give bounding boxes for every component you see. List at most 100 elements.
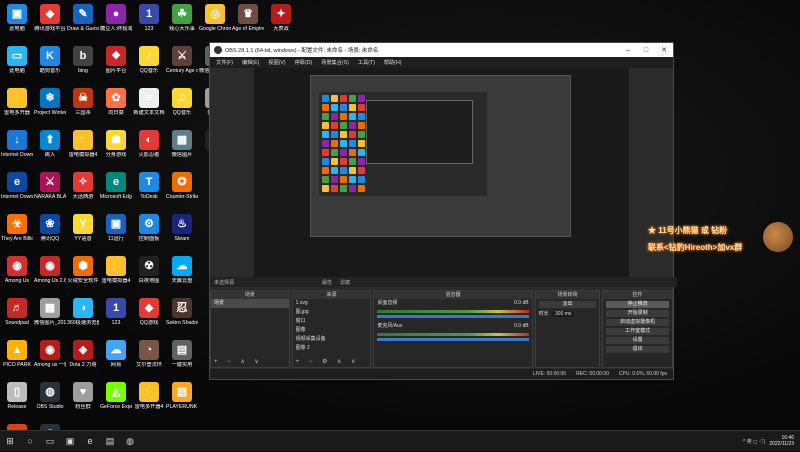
- desktop-icon[interactable]: ✦ 大表政: [265, 4, 297, 32]
- menu-item[interactable]: 停靠(D): [295, 59, 313, 66]
- desktop-icon[interactable]: ◎ Google Chrome: [199, 4, 231, 32]
- menu-item[interactable]: 文件(F): [216, 59, 233, 66]
- taskbar-app-icon[interactable]: ◍: [120, 431, 140, 451]
- task-view-icon[interactable]: ▭: [40, 431, 60, 451]
- desktop-icon[interactable]: ♫ QQ音乐: [166, 88, 198, 116]
- mixer-slider-desktop[interactable]: [377, 315, 529, 318]
- scene-controls[interactable]: + − ∧ ∨: [214, 358, 263, 365]
- desktop-icon[interactable]: e Internet Downlo: [1, 172, 33, 200]
- transition-select[interactable]: 淡出: [538, 301, 597, 308]
- desktop-icon[interactable]: ● 糖豆人:终极淘汰赛: [100, 4, 132, 32]
- menu-item[interactable]: 场景集合(S): [321, 59, 349, 66]
- desktop-icon[interactable]: b bing: [67, 46, 99, 74]
- menu-item[interactable]: 视图(V): [268, 59, 285, 66]
- menu-item[interactable]: 编辑(E): [242, 59, 259, 66]
- mixer-slider-mic[interactable]: [377, 338, 529, 341]
- control-button[interactable]: 退出: [606, 346, 670, 353]
- desktop-icon[interactable]: ⚔ Century Age of Ashes: [166, 46, 198, 74]
- control-button[interactable]: 开始录制: [606, 310, 670, 317]
- source-item[interactable]: 视频采集设备: [293, 335, 371, 344]
- desktop-icon[interactable]: ▭ 此电脑: [1, 46, 33, 74]
- desktop-icon[interactable]: ◭ GeForce Experience: [100, 382, 132, 410]
- start-button[interactable]: ⊞: [0, 431, 20, 451]
- control-button[interactable]: 设置: [606, 337, 670, 344]
- desktop-icon[interactable]: ↓ Internet Download: [1, 130, 33, 158]
- desktop-icon[interactable]: ☠ 三国杀: [67, 88, 99, 116]
- taskbar-app-icon[interactable]: ▣: [60, 431, 80, 451]
- desktop-icon[interactable]: ♨ Steam: [166, 214, 198, 242]
- minimize-button[interactable]: –: [619, 47, 637, 54]
- desktop-icon[interactable]: 1 123: [133, 4, 165, 32]
- desktop-icon[interactable]: 忍 Sekiro Shadows: [166, 298, 198, 326]
- desktop-icon[interactable]: Y YY语音: [67, 214, 99, 242]
- desktop-icon[interactable]: ≡ 新建文本文档: [133, 88, 165, 116]
- properties-button[interactable]: 属性: [322, 279, 332, 286]
- desktop-icon[interactable]: ☘ 我心大乐事: [166, 4, 198, 32]
- desktop-icon[interactable]: ✿ 向日葵: [100, 88, 132, 116]
- desktop-icon[interactable]: ✧ 大话西游: [67, 172, 99, 200]
- desktop-icon[interactable]: K 酷狗音乐: [34, 46, 66, 74]
- desktop-icon[interactable]: ▣ 此电脑: [1, 4, 33, 32]
- desktop-icon[interactable]: ❄ Project Winter: [34, 88, 66, 116]
- desktop-icon[interactable]: 1 123: [100, 298, 132, 326]
- desktop-icon[interactable]: e Microsoft Edge: [100, 172, 132, 200]
- desktop-icon[interactable]: ♛ Age of Empires IV: [232, 4, 264, 32]
- control-button[interactable]: 停止推流: [606, 301, 670, 308]
- desktop-icon[interactable]: T ToDesk: [133, 172, 165, 200]
- desktop-icon[interactable]: ❀ 腾讯QQ: [34, 214, 66, 242]
- search-icon[interactable]: ○: [20, 431, 40, 451]
- desktop-icon[interactable]: ⚡ 雷电多开器4: [133, 382, 165, 410]
- clock[interactable]: 16:46 2022/11/23: [769, 435, 794, 447]
- desktop-icon[interactable]: ☁ 天翼云盘: [166, 256, 198, 284]
- desktop-icon[interactable]: ◉ Among us 一键汉化: [34, 340, 66, 368]
- desktop-icon[interactable]: ⬢ 火绒安全软件: [67, 256, 99, 284]
- maximize-button[interactable]: □: [637, 47, 655, 54]
- desktop-icon[interactable]: ▦ 微信图片: [166, 130, 198, 158]
- desktop-icon[interactable]: ▯ Release: [1, 382, 33, 410]
- menu-item[interactable]: 工具(T): [358, 59, 375, 66]
- scene-item[interactable]: 场景: [211, 299, 289, 308]
- desktop-icon[interactable]: ◑ 360极速浏览器: [67, 298, 99, 326]
- desktop-icon[interactable]: ◆ 腾讯游戏平台: [34, 4, 66, 32]
- desktop-icon[interactable]: ▣ 11运行: [100, 214, 132, 242]
- desktop-icon[interactable]: ☁ 网易: [100, 340, 132, 368]
- desktop-icon[interactable]: ◔ 艾尔登法环: [133, 340, 165, 368]
- desktop-icon[interactable]: ▲ PICO PARK: [1, 340, 33, 368]
- desktop-icon[interactable]: ⚡ 雷电模拟器4: [67, 130, 99, 158]
- desktop-icon[interactable]: ▤ 一键实用: [166, 340, 198, 368]
- source-controls[interactable]: + − ⚙ ∧ ∨: [296, 358, 360, 365]
- source-item[interactable]: 图.jpg: [293, 308, 371, 317]
- desktop-icon[interactable]: ☣ They Are Billions: [1, 214, 33, 242]
- tray-icons[interactable]: ^ 英 ◻ ◁): [743, 438, 765, 445]
- obs-preview[interactable]: [254, 68, 629, 280]
- desktop-icon[interactable]: ♬ Soundpad: [1, 298, 33, 326]
- source-item[interactable]: 图像: [293, 326, 371, 335]
- desktop-icon[interactable]: ◆ QQ游戏: [133, 298, 165, 326]
- taskbar-app-icon[interactable]: e: [80, 431, 100, 451]
- menu-item[interactable]: 帮助(H): [384, 59, 402, 66]
- desktop-icon[interactable]: ◉ Among Us 2.6.7 TDE: [34, 256, 66, 284]
- source-item[interactable]: 1.svg: [293, 299, 371, 308]
- source-item[interactable]: 图像 2: [293, 344, 371, 353]
- source-item[interactable]: 窗口: [293, 317, 371, 326]
- desktop-icon[interactable]: ⚡ 雷电多开器: [1, 88, 33, 116]
- control-button[interactable]: 工作室模式: [606, 328, 670, 335]
- desktop-icon[interactable]: ◉ Among Us: [1, 256, 33, 284]
- desktop-icon[interactable]: ✪ Counter-Strike: [166, 172, 198, 200]
- desktop-icon[interactable]: ⚔ NARAKA BLADEPOINT: [34, 172, 66, 200]
- close-button[interactable]: ✕: [655, 46, 673, 54]
- obs-window[interactable]: OBS 28.1.1 (64-bit, windows) - 配置文件: 未命名…: [209, 42, 677, 380]
- desktop-icon[interactable]: ◍ OBS Studio: [34, 382, 66, 410]
- desktop-icon[interactable]: ⚡ 雷电模拟器4: [100, 256, 132, 284]
- desktop-icon[interactable]: ☢ 白夜地图: [133, 256, 165, 284]
- desktop-icon[interactable]: ♥ 粉丝群: [67, 382, 99, 410]
- desktop-icon[interactable]: ▦ 微信图片_20181012: [34, 298, 66, 326]
- filters-button[interactable]: 滤镜: [340, 279, 350, 286]
- desktop-icon[interactable]: ❖ 图片平台: [100, 46, 132, 74]
- desktop-icon[interactable]: ⚙ 控制面板: [133, 214, 165, 242]
- desktop-icon[interactable]: ⬆ 跳入: [34, 130, 66, 158]
- obs-title-bar[interactable]: OBS 28.1.1 (64-bit, windows) - 配置文件: 未命名…: [210, 43, 673, 57]
- taskbar-app-icon[interactable]: ▤: [100, 431, 120, 451]
- duration-input[interactable]: 300 ms: [552, 311, 575, 317]
- desktop-icon[interactable]: ✎ Draw & Guess: [67, 4, 99, 32]
